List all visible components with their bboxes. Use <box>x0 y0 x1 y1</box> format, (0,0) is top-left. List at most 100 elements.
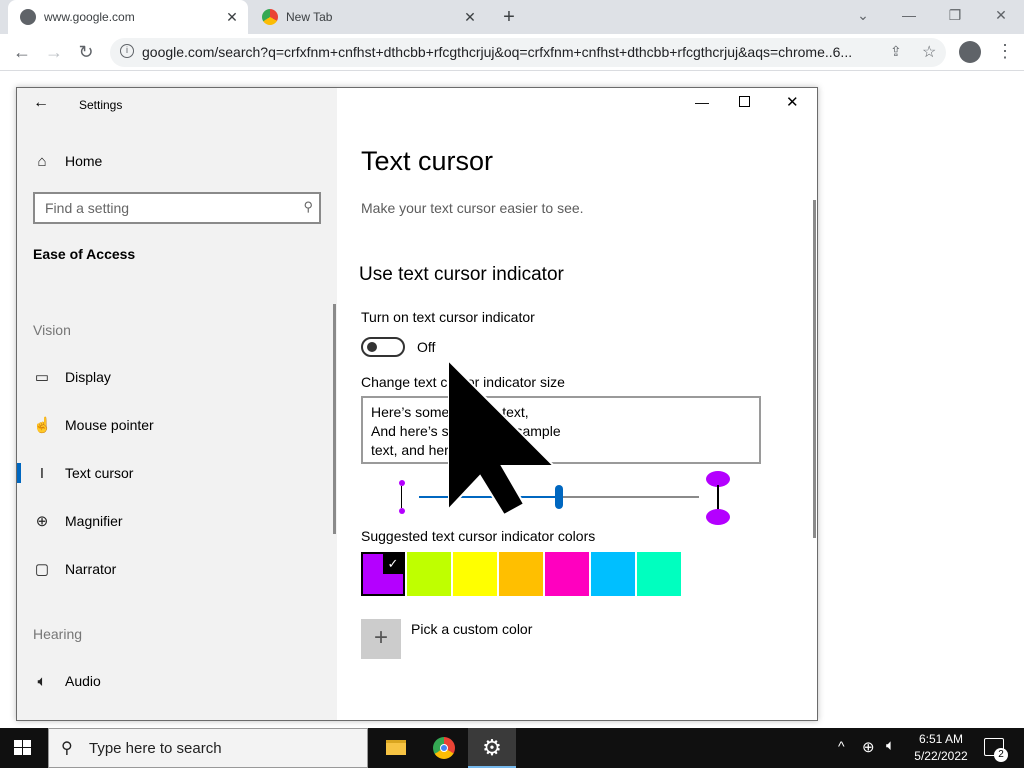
large-cursor-icon <box>706 471 730 525</box>
color-swatch[interactable] <box>453 552 497 596</box>
close-window-icon[interactable]: ✕ <box>978 0 1024 30</box>
share-icon[interactable]: ⇪ <box>890 43 902 60</box>
close-icon[interactable]: ✕ <box>786 93 799 111</box>
content-scrollbar[interactable] <box>813 200 816 538</box>
page-title: Text cursor <box>361 146 494 176</box>
taskbar: ⚲ Type here to search ⚙ ^ ⊕ 🔈︎ 6:51 AM 5… <box>0 728 1024 768</box>
sample-line: Here’s some sample text, <box>371 404 529 420</box>
sidebar-item-label: Text cursor <box>65 465 134 481</box>
home-icon: ⌂ <box>37 152 47 170</box>
minimize-icon[interactable]: — <box>695 94 709 110</box>
text-cursor-indicator-toggle[interactable] <box>361 337 405 357</box>
new-tab-plus-icon[interactable]: + <box>497 7 521 27</box>
chrome-icon <box>262 9 278 25</box>
sidebar-item-label: Narrator <box>65 561 117 577</box>
section-header-hearing: Hearing <box>33 626 83 642</box>
file-explorer-icon[interactable] <box>372 728 420 768</box>
time: 6:51 AM <box>918 732 964 746</box>
toggle-knob <box>367 342 377 352</box>
category-title: Ease of Access <box>33 246 136 262</box>
magnifier-icon: ⊕ <box>35 513 49 530</box>
browser-tab-strip: www.google.com ✕ New Tab ✕ + ⌄ — ❐ ✕ <box>0 0 1024 34</box>
tab-new-tab[interactable]: New Tab ✕ <box>250 0 486 34</box>
date: 5/22/2022 <box>914 749 968 763</box>
toggle-state: Off <box>417 339 436 355</box>
sidebar-item-home[interactable]: ⌂ Home <box>17 141 337 181</box>
chrome-menu-icon[interactable]: ⋮ <box>996 41 1014 62</box>
forward-arrow-icon[interactable]: → <box>42 40 66 64</box>
sidebar-item-label: Home <box>65 153 103 169</box>
narrator-icon: ▢ <box>34 561 50 578</box>
mouse-cursor-icon <box>448 360 557 515</box>
back-arrow-icon[interactable]: ← <box>33 94 49 112</box>
display-icon: ▭ <box>34 369 50 386</box>
sidebar-item-label: Magnifier <box>65 513 123 529</box>
network-icon[interactable]: ⊕ <box>862 738 875 756</box>
sidebar-item-label: Mouse pointer <box>65 417 154 433</box>
mouse-pointer-icon: ☝ <box>33 417 52 434</box>
taskbar-search-box[interactable]: ⚲ Type here to search <box>48 728 368 768</box>
custom-color-label[interactable]: Pick a custom color <box>411 621 532 637</box>
colors-label: Suggested text cursor indicator colors <box>361 528 596 544</box>
sample-line: And here’s some more sample <box>371 423 561 439</box>
volume-icon[interactable]: 🔈︎ <box>886 737 895 754</box>
site-info-icon[interactable]: i <box>120 44 134 58</box>
section-header-vision: Vision <box>33 322 71 338</box>
search-icon: ⚲ <box>303 199 313 214</box>
minimize-icon[interactable]: — <box>886 0 932 30</box>
section-title: Use text cursor indicator <box>359 264 564 285</box>
add-custom-color-button[interactable]: + <box>361 619 401 659</box>
sidebar-scrollbar[interactable] <box>333 304 336 534</box>
globe-icon <box>20 9 36 25</box>
color-swatch[interactable] <box>407 552 451 596</box>
back-arrow-icon[interactable]: ← <box>10 40 34 64</box>
sidebar-item-display[interactable]: ▭ Display <box>17 357 337 397</box>
close-tab-icon[interactable]: ✕ <box>224 9 240 25</box>
sidebar-item-text-cursor[interactable]: I Text cursor <box>17 453 337 493</box>
profile-avatar-icon[interactable] <box>959 41 981 63</box>
sidebar-item-magnifier[interactable]: ⊕ Magnifier <box>17 501 337 541</box>
small-cursor-icon <box>399 480 405 514</box>
checkmark-icon: ✓ <box>383 554 403 574</box>
chrome-icon[interactable] <box>420 728 468 768</box>
page-description: Make your text cursor easier to see. <box>361 200 584 216</box>
color-swatch[interactable]: ✓ <box>361 552 405 596</box>
close-tab-icon[interactable]: ✕ <box>462 9 478 25</box>
notification-badge: 2 <box>994 748 1008 762</box>
text-cursor-icon: I <box>39 464 45 482</box>
tab-google[interactable]: www.google.com ✕ <box>8 0 248 34</box>
color-swatch[interactable] <box>499 552 543 596</box>
chevron-up-icon[interactable]: ^ <box>838 738 845 754</box>
clock[interactable]: 6:51 AM 5/22/2022 <box>910 731 972 765</box>
url-text: google.com/search?q=crfxfnm+cnfhst+dthcb… <box>142 44 853 60</box>
tab-search-chevron-icon[interactable]: ⌄ <box>840 0 886 30</box>
maximize-icon[interactable] <box>739 96 750 107</box>
tab-title: www.google.com <box>44 10 135 24</box>
sidebar-item-label: Audio <box>65 673 101 689</box>
settings-sidebar: ← Settings ⌂ Home Find a setting ⚲ Ease … <box>17 88 337 720</box>
search-input[interactable]: Find a setting ⚲ <box>33 192 321 224</box>
toggle-label: Turn on text cursor indicator <box>361 309 535 325</box>
color-swatch[interactable] <box>637 552 681 596</box>
address-bar[interactable]: i google.com/search?q=crfxfnm+cnfhst+dth… <box>110 38 946 67</box>
color-swatch[interactable] <box>591 552 635 596</box>
sidebar-item-audio[interactable]: 🔈︎ Audio <box>17 661 337 701</box>
speaker-icon: 🔈︎ <box>37 672 47 690</box>
search-icon: ⚲ <box>61 740 73 757</box>
sample-text-box: Here’s some sample text, And here’s some… <box>361 396 761 464</box>
windows-start-icon[interactable] <box>14 740 32 756</box>
settings-content: — ✕ Text cursor Make your text cursor ea… <box>337 88 817 720</box>
sidebar-item-mouse-pointer[interactable]: ☝ Mouse pointer <box>17 405 337 445</box>
color-swatch[interactable] <box>545 552 589 596</box>
search-placeholder: Find a setting <box>45 200 130 216</box>
browser-toolbar: ← → ↻ i google.com/search?q=crfxfnm+cnfh… <box>0 34 1024 71</box>
window-title: Settings <box>79 98 123 112</box>
settings-gear-icon[interactable]: ⚙ <box>468 728 516 768</box>
taskbar-search-placeholder: Type here to search <box>89 740 222 757</box>
sidebar-item-label: Display <box>65 369 111 385</box>
sidebar-item-narrator[interactable]: ▢ Narrator <box>17 549 337 589</box>
reload-icon[interactable]: ↻ <box>74 40 98 64</box>
restore-icon[interactable]: ❐ <box>932 0 978 30</box>
bookmark-star-icon[interactable]: ☆ <box>922 42 936 62</box>
tab-title: New Tab <box>286 10 333 24</box>
